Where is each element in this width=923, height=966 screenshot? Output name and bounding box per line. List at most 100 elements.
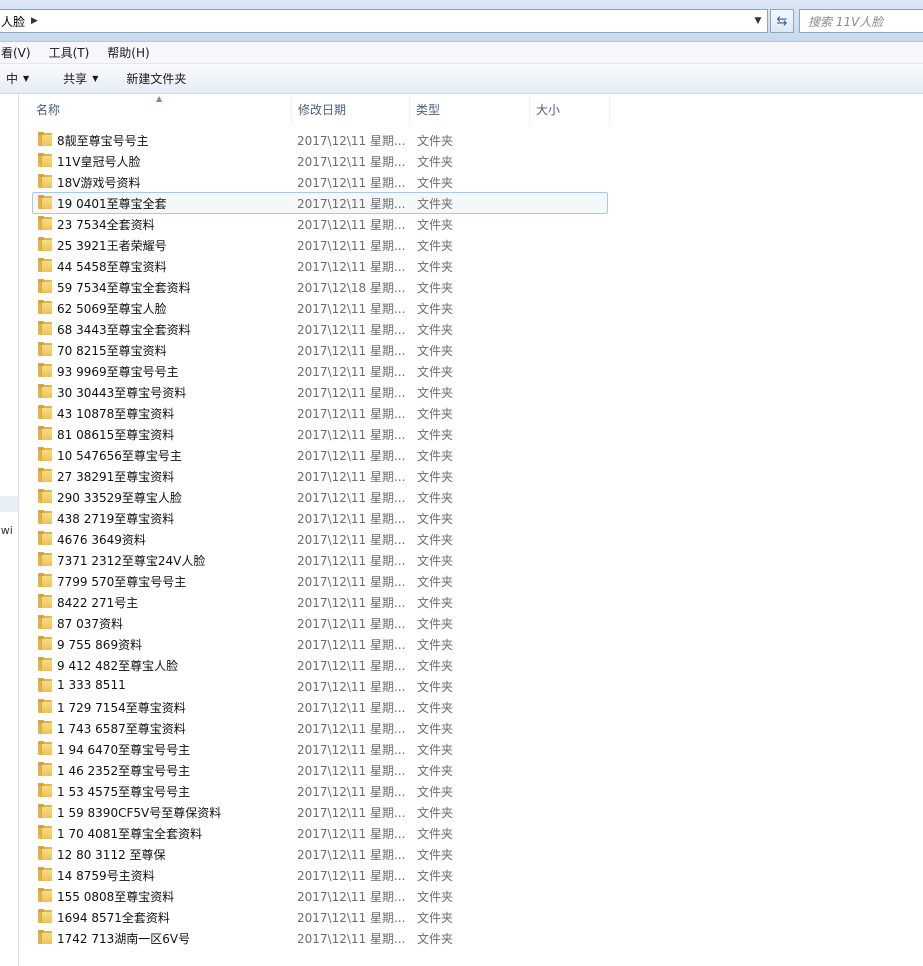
refresh-button[interactable]: ⇆	[770, 9, 794, 33]
column-header-name[interactable]: 名称	[20, 94, 292, 124]
nav-item-label[interactable]: owi	[0, 524, 13, 537]
file-type: 文件夹	[417, 827, 454, 841]
file-name: 87 037资料	[57, 617, 123, 631]
file-type: 文件夹	[417, 722, 454, 736]
file-date: 2017\12\11 星期...	[297, 638, 406, 652]
file-name: 27 38291至尊宝资料	[57, 470, 175, 484]
folder-icon	[38, 342, 52, 356]
file-name: 10 547656至尊宝号主	[57, 449, 182, 463]
file-date: 2017\12\11 星期...	[297, 407, 406, 421]
file-date: 2017\12\11 星期...	[297, 827, 406, 841]
folder-icon	[38, 489, 52, 503]
column-header-type[interactable]: 类型	[410, 94, 530, 124]
file-date: 2017\12\11 星期...	[297, 785, 406, 799]
file-row[interactable]: 10 547656至尊宝号主 2017\12\11 星期... 文件夹	[20, 444, 923, 465]
folder-icon	[38, 300, 52, 314]
file-name: 81 08615至尊宝资料	[57, 428, 175, 442]
folder-icon	[38, 552, 52, 566]
file-row[interactable]: 8422 271号主 2017\12\11 星期... 文件夹	[20, 591, 923, 612]
file-date: 2017\12\11 星期...	[297, 701, 406, 715]
file-type: 文件夹	[417, 323, 454, 337]
file-date: 2017\12\11 星期...	[297, 197, 406, 211]
file-name: 4676 3649资料	[57, 533, 146, 547]
column-header-date[interactable]: 修改日期	[292, 94, 410, 124]
file-row[interactable]: 438 2719至尊宝资料 2017\12\11 星期... 文件夹	[20, 507, 923, 528]
file-date: 2017\12\11 星期...	[297, 533, 406, 547]
file-row[interactable]: 14 8759号主资料 2017\12\11 星期... 文件夹	[20, 864, 923, 885]
file-row[interactable]: 290 33529至尊宝人脸 2017\12\11 星期... 文件夹	[20, 486, 923, 507]
file-type: 文件夹	[417, 659, 454, 673]
file-row[interactable]: 93 9969至尊宝号号主 2017\12\11 星期... 文件夹	[20, 360, 923, 381]
address-toolbar: 人脸 ▶ ▼ ⇆ 搜索 11V人脸	[0, 0, 923, 42]
file-row[interactable]: 7799 570至尊宝号号主 2017\12\11 星期... 文件夹	[20, 570, 923, 591]
file-row[interactable]: 62 5069至尊宝人脸 2017\12\11 星期... 文件夹	[20, 297, 923, 318]
new-folder-button[interactable]: 新建文件夹	[112, 70, 200, 87]
file-row[interactable]: 1 729 7154至尊宝资料 2017\12\11 星期... 文件夹	[20, 696, 923, 717]
file-row[interactable]: 12 80 3112 至尊保 2017\12\11 星期... 文件夹	[20, 843, 923, 864]
file-row[interactable]: 18V游戏号资料 2017\12\11 星期... 文件夹	[20, 171, 923, 192]
file-row[interactable]: 1 70 4081至尊宝全套资料 2017\12\11 星期... 文件夹	[20, 822, 923, 843]
file-row[interactable]: 1 94 6470至尊宝号号主 2017\12\11 星期... 文件夹	[20, 738, 923, 759]
file-row[interactable]: 25 3921王者荣耀号 2017\12\11 星期... 文件夹	[20, 234, 923, 255]
file-row[interactable]: 43 10878至尊宝资料 2017\12\11 星期... 文件夹	[20, 402, 923, 423]
file-type: 文件夹	[417, 512, 454, 526]
file-name: 1 53 4575至尊宝号号主	[57, 785, 191, 799]
file-row[interactable]: 81 08615至尊宝资料 2017\12\11 星期... 文件夹	[20, 423, 923, 444]
menu-view[interactable]: 看(V)	[0, 44, 40, 61]
file-row[interactable]: 4676 3649资料 2017\12\11 星期... 文件夹	[20, 528, 923, 549]
file-row[interactable]: 1 333 8511 2017\12\11 星期... 文件夹	[20, 675, 923, 696]
chevron-down-icon: ▼	[23, 74, 30, 83]
folder-icon	[38, 237, 52, 251]
file-row[interactable]: 7371 2312至尊宝24V人脸 2017\12\11 星期... 文件夹	[20, 549, 923, 570]
column-header-size[interactable]: 大小	[530, 94, 610, 124]
file-row[interactable]: 9 412 482至尊宝人脸 2017\12\11 星期... 文件夹	[20, 654, 923, 675]
file-name: 1 729 7154至尊宝资料	[57, 701, 186, 715]
address-path[interactable]: 人脸	[0, 13, 25, 30]
breadcrumb-arrow-icon[interactable]: ▶	[31, 16, 38, 26]
folder-icon	[38, 384, 52, 398]
menu-tools[interactable]: 工具(T)	[40, 44, 99, 61]
file-row[interactable]: 9 755 869资料 2017\12\11 星期... 文件夹	[20, 633, 923, 654]
organize-label: 中	[6, 72, 19, 86]
file-row[interactable]: 1 59 8390CF5V号至尊保资料 2017\12\11 星期... 文件夹	[20, 801, 923, 822]
file-row[interactable]: 87 037资料 2017\12\11 星期... 文件夹	[20, 612, 923, 633]
file-row[interactable]: 11V皇冠号人脸 2017\12\11 星期... 文件夹	[20, 150, 923, 171]
address-bar[interactable]: 人脸 ▶ ▼	[0, 9, 768, 33]
folder-icon	[38, 657, 52, 671]
address-dropdown-icon[interactable]: ▼	[751, 13, 765, 29]
file-row[interactable]: 68 3443至尊宝全套资料 2017\12\11 星期... 文件夹	[20, 318, 923, 339]
file-row[interactable]: 70 8215至尊宝资料 2017\12\11 星期... 文件夹	[20, 339, 923, 360]
file-date: 2017\12\11 星期...	[297, 932, 406, 946]
folder-icon	[38, 846, 52, 860]
new-folder-label: 新建文件夹	[126, 72, 187, 86]
file-row[interactable]: 27 38291至尊宝资料 2017\12\11 星期... 文件夹	[20, 465, 923, 486]
file-row[interactable]: 1 743 6587至尊宝资料 2017\12\11 星期... 文件夹	[20, 717, 923, 738]
file-row[interactable]: 23 7534全套资料 2017\12\11 星期... 文件夹	[20, 213, 923, 234]
folder-icon	[38, 426, 52, 440]
nav-selected-item[interactable]	[0, 496, 18, 512]
file-row[interactable]: 19 0401至尊宝全套 2017\12\11 星期... 文件夹	[20, 192, 923, 214]
share-button[interactable]: 共享 ▼	[49, 70, 112, 87]
chevron-down-icon: ▼	[92, 74, 99, 83]
file-row[interactable]: 1 53 4575至尊宝号号主 2017\12\11 星期... 文件夹	[20, 780, 923, 801]
file-date: 2017\12\11 星期...	[297, 743, 406, 757]
file-row[interactable]: 8靓至尊宝号号主 2017\12\11 星期... 文件夹	[20, 129, 923, 150]
file-row[interactable]: 155 0808至尊宝资料 2017\12\11 星期... 文件夹	[20, 885, 923, 906]
file-row[interactable]: 59 7534至尊宝全套资料 2017\12\18 星期... 文件夹	[20, 276, 923, 297]
file-list[interactable]: ▲ 名称 修改日期 类型 大小 8靓至尊宝号号主 2017\12\11 星期...…	[20, 94, 923, 966]
file-type: 文件夹	[417, 344, 454, 358]
file-row[interactable]: 44 5458至尊宝资料 2017\12\11 星期... 文件夹	[20, 255, 923, 276]
file-date: 2017\12\11 星期...	[297, 764, 406, 778]
file-row[interactable]: 1742 713湖南一区6V号 2017\12\11 星期... 文件夹	[20, 927, 923, 948]
navigation-pane[interactable]: owi	[0, 94, 19, 966]
file-type: 文件夹	[417, 449, 454, 463]
file-row[interactable]: 1 46 2352至尊宝号号主 2017\12\11 星期... 文件夹	[20, 759, 923, 780]
file-name: 23 7534全套资料	[57, 218, 155, 232]
organize-button[interactable]: 中 ▼	[0, 70, 49, 87]
search-input[interactable]: 搜索 11V人脸	[799, 9, 923, 33]
file-row[interactable]: 30 30443至尊宝号资料 2017\12\11 星期... 文件夹	[20, 381, 923, 402]
file-row[interactable]: 1694 8571全套资料 2017\12\11 星期... 文件夹	[20, 906, 923, 927]
file-date: 2017\12\18 星期...	[297, 281, 406, 295]
menu-help[interactable]: 帮助(H)	[98, 44, 158, 61]
file-type: 文件夹	[417, 575, 454, 589]
